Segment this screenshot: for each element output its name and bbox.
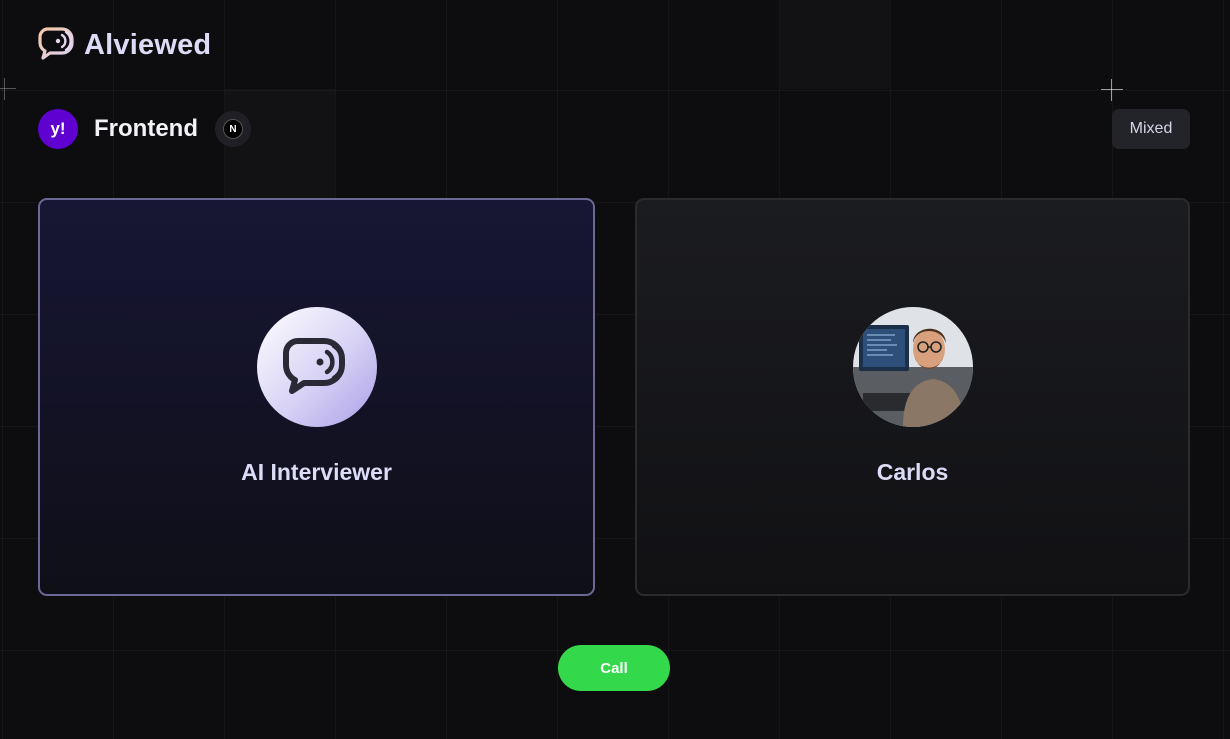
brand-logo[interactable]: Alviewed [38,26,211,65]
user-avatar [852,307,973,427]
ai-avatar [256,307,377,427]
user-photo-icon [852,307,973,427]
mode-badge: Mixed [1112,109,1190,149]
chat-speaker-icon [38,26,76,65]
sparkle-decoration [1101,79,1123,101]
brand-name: Alviewed [84,29,212,61]
participant-name: AI Interviewer [241,459,392,485]
participant-card-user: Carlos [635,198,1190,596]
company-mark: y! [50,119,66,138]
tech-mark: N [229,123,237,135]
page-title: Frontend [94,115,198,142]
grid-highlight [780,0,890,89]
mode-label: Mixed [1129,120,1173,137]
nextjs-icon: N [214,111,251,147]
call-button[interactable]: Call [558,645,670,691]
interview-header: y! Frontend N [38,109,251,149]
participant-card-ai: AI Interviewer [38,198,595,596]
yahoo-logo-icon: y! [38,109,78,149]
sparkle-decoration [0,78,16,100]
participant-name: Carlos [876,459,949,485]
ai-chat-icon [282,335,352,400]
